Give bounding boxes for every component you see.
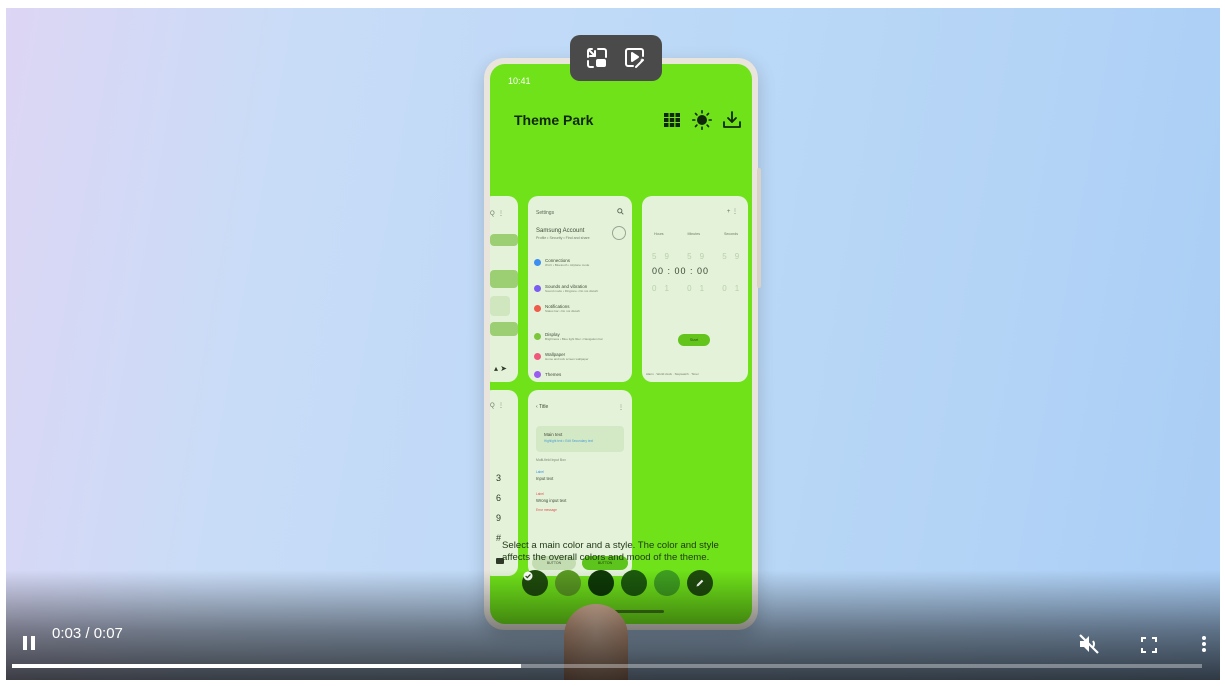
phone-device: 10:41 Theme Park Q ⋮ ▴ ➤ Settings Samsun… (484, 58, 761, 630)
phone-side-button (757, 168, 761, 288)
time-readout: 0:03 / 0:07 (52, 625, 123, 642)
timer-card-menu-icon: + ⋮ (726, 209, 738, 215)
form-main-text: Main text (544, 432, 563, 437)
floating-toolbar (570, 35, 662, 81)
form-label: Label (536, 492, 544, 496)
settings-item-sub: Brightness • Blue light filter • Navigat… (545, 337, 603, 341)
settings-card-title: Settings (536, 210, 555, 216)
volume-off-icon[interactable] (1076, 632, 1102, 656)
settings-account-sub: Profile • Security • Find and share (536, 236, 590, 240)
settings-item-label: Themes (545, 372, 562, 377)
settings-item-sub: Wi-Fi • Bluetooth • Airplane mode (545, 263, 590, 267)
search-icon (617, 208, 624, 217)
dialer-digit: 3 (496, 473, 502, 483)
sound-icon (534, 285, 541, 292)
settings-account-name: Samsung Account (536, 228, 585, 234)
timer-label-minutes: Minutes (687, 232, 701, 236)
timer-digits: 00 : 00 : 00 (652, 266, 710, 276)
brightness-icon[interactable] (692, 110, 712, 130)
more-icon: ⋮ (618, 405, 624, 411)
themes-icon (534, 371, 541, 378)
dialer-digit: # (496, 533, 502, 543)
pause-icon[interactable] (18, 632, 40, 654)
form-label: Label (536, 470, 544, 474)
timer-faint-top: 59 59 59 (652, 252, 748, 261)
video-magic-icon[interactable] (620, 43, 650, 73)
wallpaper-icon (534, 353, 541, 360)
connections-icon (534, 259, 541, 266)
dialer-digit: 9 (496, 513, 502, 523)
fullscreen-icon[interactable] (1138, 634, 1160, 656)
pop-out-window-icon[interactable] (582, 43, 612, 73)
phone-screen: 10:41 Theme Park Q ⋮ ▴ ➤ Settings Samsun… (490, 64, 752, 624)
dialer-digit: 6 (496, 493, 502, 503)
theme-description: Select a main color and a style. The col… (502, 540, 719, 563)
timer-start-button: Start (678, 334, 710, 346)
avatar-icon (612, 226, 626, 240)
timer-tabs: Alarm · World clock · Stopwatch · Timer (646, 372, 699, 376)
video-frame[interactable]: 10:41 Theme Park Q ⋮ ▴ ➤ Settings Samsun… (6, 8, 1220, 680)
timer-start-label: Start (689, 337, 699, 342)
form-error: Error message (536, 508, 557, 512)
app-title: Theme Park (514, 112, 594, 128)
notifications-icon (534, 305, 541, 312)
form-card-title: Title (538, 404, 549, 410)
timer-label-hours: Hours (654, 232, 664, 236)
progress-bar[interactable] (12, 664, 1202, 668)
form-section: Multi-field Input Box (536, 458, 566, 462)
form-highlight: Highlight text • Edit Secondary text (544, 439, 593, 443)
status-bar-time: 10:41 (508, 76, 531, 86)
timer-faint-bottom: 01 01 01 (652, 284, 748, 293)
grid-icon[interactable] (662, 110, 682, 130)
form-input: Input text (536, 476, 554, 481)
preview-card-settings: Settings Samsung Account Profile • Secur… (528, 196, 632, 382)
timer-label-seconds: Seconds (724, 232, 738, 236)
preview-card-partial-keyboard: Q ⋮ ▴ ➤ (490, 196, 518, 382)
display-icon (534, 333, 541, 340)
preview-card-timer: + ⋮ Hours Minutes Seconds 59 59 59 00 : … (642, 196, 748, 382)
settings-item-sub: Home and lock screen wallpaper (545, 357, 589, 361)
settings-item-sub: Status bar • Do not disturb (545, 309, 581, 313)
more-vert-icon[interactable] (1196, 632, 1212, 656)
settings-item-sub: Sound mode • Ringtone • Do not disturb (545, 289, 599, 293)
download-icon[interactable] (722, 110, 742, 130)
form-input: Wrong input text (536, 498, 567, 503)
progress-fill (12, 664, 522, 668)
form-card-back: ‹ Title (536, 404, 549, 410)
